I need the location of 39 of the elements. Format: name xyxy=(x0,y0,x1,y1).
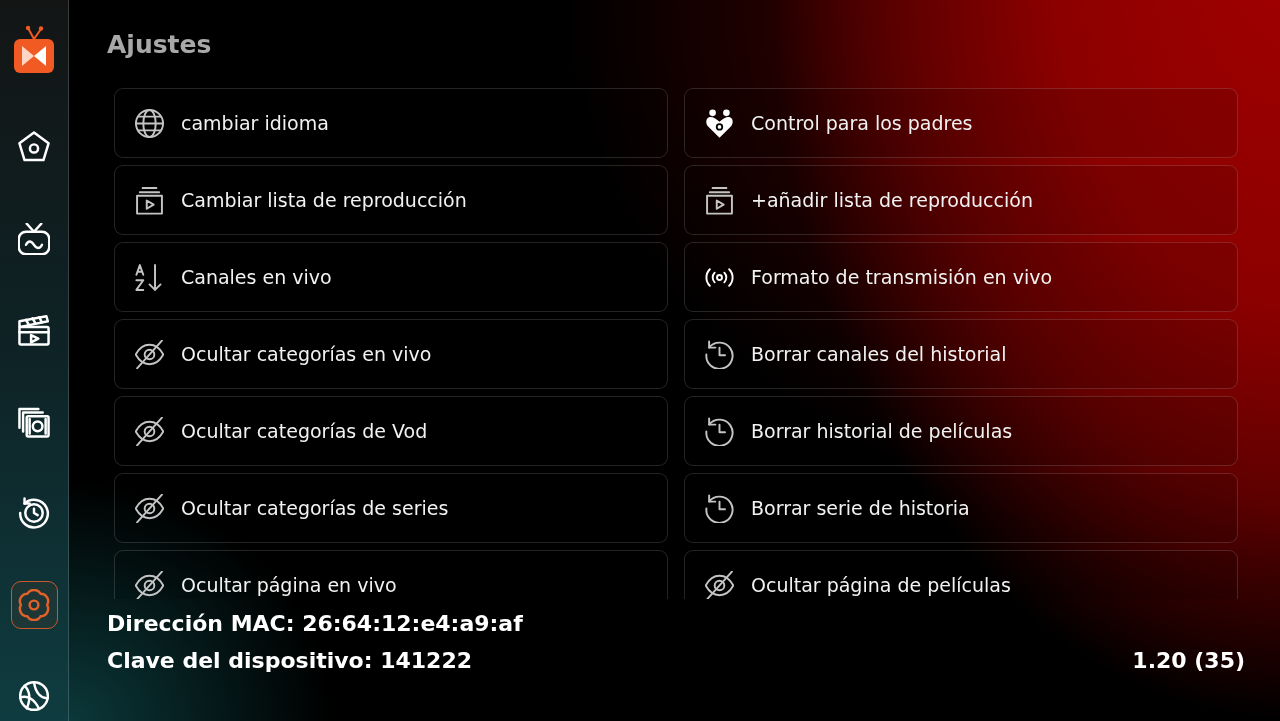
eye-slash-icon xyxy=(135,493,164,523)
settings-option[interactable]: Ocultar página en vivo xyxy=(114,550,668,599)
page-title: Ajustes xyxy=(107,29,212,61)
app-logo-icon xyxy=(14,25,54,73)
eye-slash-icon xyxy=(135,570,164,599)
sort-icon xyxy=(135,262,164,292)
settings-option[interactable]: cambiar idioma xyxy=(114,88,668,158)
settings-option[interactable]: Ocultar categorías de Vod xyxy=(114,396,668,466)
settings-option[interactable]: Borrar historial de películas xyxy=(684,396,1238,466)
playlist-icon xyxy=(135,185,164,215)
film-stack-icon xyxy=(18,405,50,438)
clapperboard-icon xyxy=(18,314,50,346)
settings-option[interactable]: Borrar serie de historia xyxy=(684,473,1238,543)
playlist-icon xyxy=(705,185,734,215)
home-icon xyxy=(18,131,50,163)
device-key: Clave del dispositivo: 141222 xyxy=(107,644,473,678)
eye-slash-icon xyxy=(135,416,164,446)
tv-icon xyxy=(18,222,50,255)
settings-option[interactable]: Ocultar categorías de series xyxy=(114,473,668,543)
settings-option[interactable]: Ocultar página de películas xyxy=(684,550,1238,599)
settings-option[interactable]: Cambiar lista de reproducción xyxy=(114,165,668,235)
settings-option[interactable]: Borrar canales del historial xyxy=(684,319,1238,389)
eye-slash-icon xyxy=(135,339,164,369)
settings-option[interactable]: Formato de transmisión en vivo xyxy=(684,242,1238,312)
history-icon xyxy=(705,493,734,523)
mac-address: Dirección MAC: 26:64:12:e4:a9:af xyxy=(107,610,523,638)
settings-option[interactable]: +añadir lista de reproducción xyxy=(684,165,1238,235)
settings-option[interactable]: Control para los padres xyxy=(684,88,1238,158)
settings-icon xyxy=(18,588,50,621)
settings-option[interactable]: Ocultar categorías en vivo xyxy=(114,319,668,389)
family-heart-icon xyxy=(705,108,734,138)
settings-option[interactable]: Canales en vivo xyxy=(114,242,668,312)
app-version: 1.20 (35) xyxy=(1132,647,1245,675)
history-icon xyxy=(18,497,50,529)
globe-icon xyxy=(135,108,164,138)
ball-icon xyxy=(18,680,50,712)
history-icon xyxy=(705,339,734,369)
history-icon xyxy=(705,416,734,446)
eye-slash-icon xyxy=(705,570,734,599)
